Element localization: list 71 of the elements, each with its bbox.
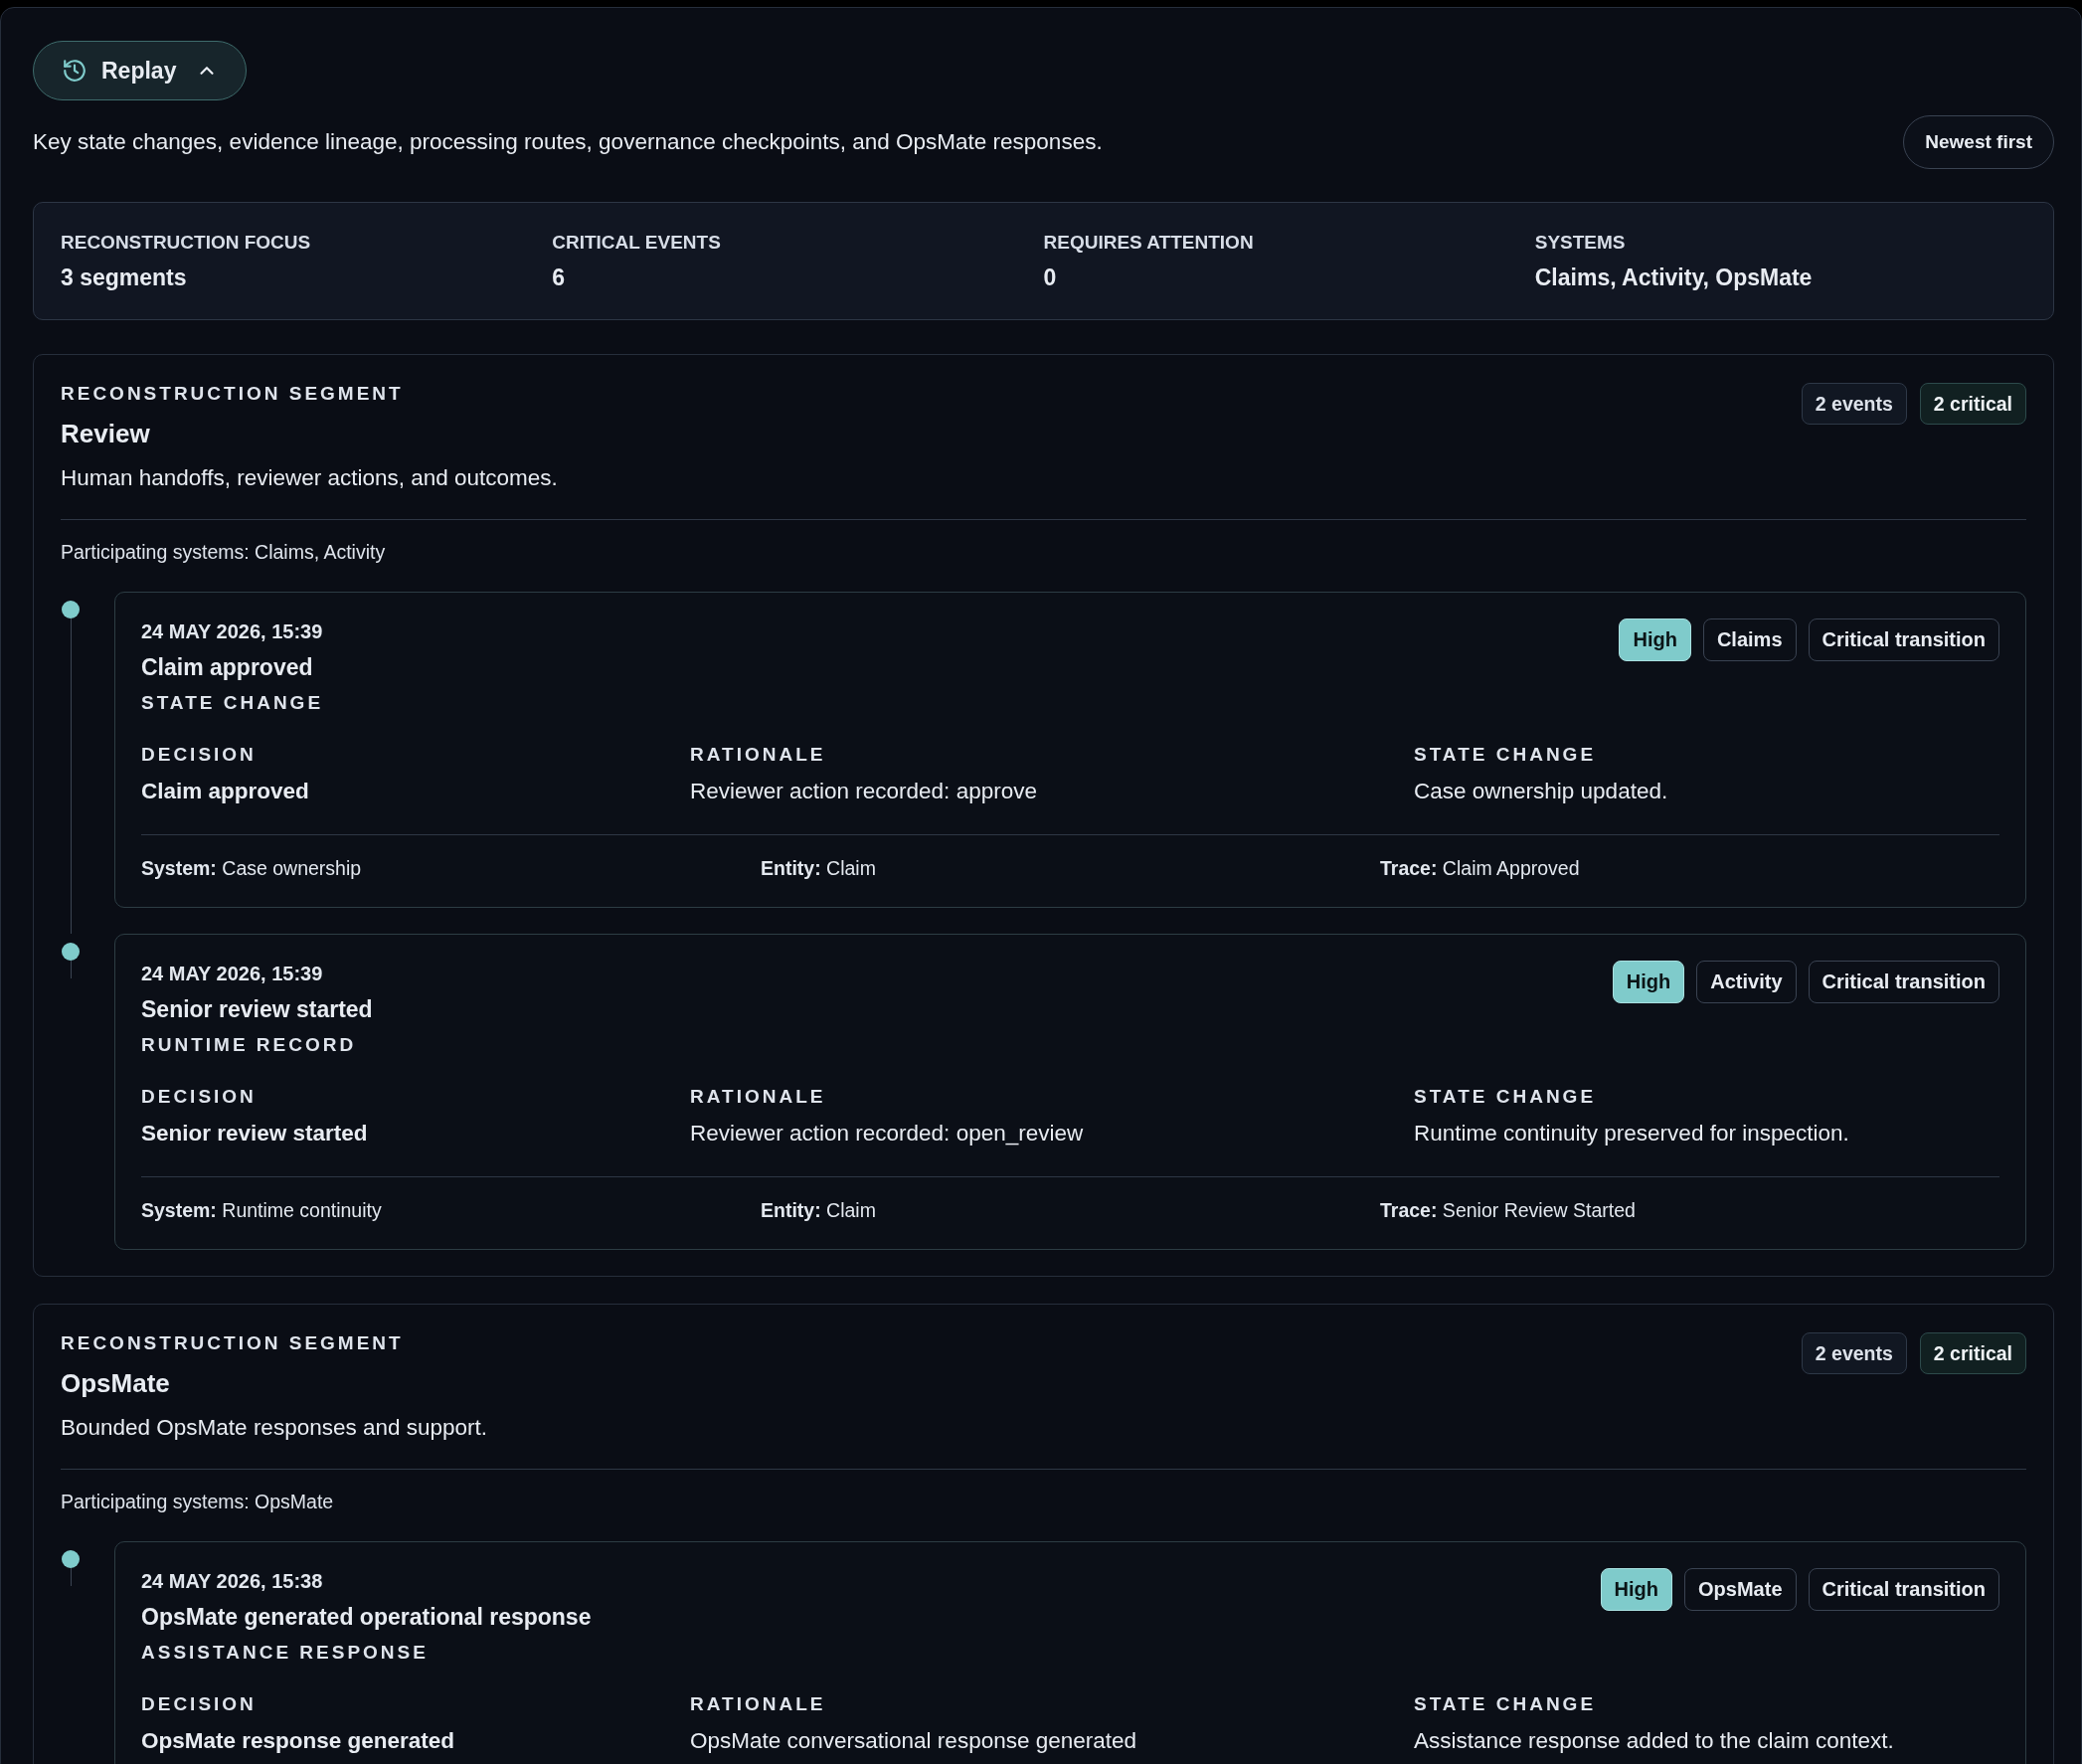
timeline-dot bbox=[62, 943, 80, 961]
segment-title: Review bbox=[61, 418, 151, 449]
summary-value: 6 bbox=[552, 264, 567, 291]
timeline-line bbox=[70, 961, 72, 978]
field-label: STATE CHANGE bbox=[1414, 1692, 1598, 1716]
event-tag: High bbox=[1619, 618, 1691, 661]
field-label: DECISION bbox=[141, 743, 258, 767]
history-icon bbox=[62, 58, 87, 84]
field-value: Reviewer action recorded: approve bbox=[690, 778, 1038, 805]
timeline-line bbox=[70, 1568, 72, 1586]
meta-text: Entity: Claim bbox=[761, 856, 877, 880]
event-type: ASSISTANCE RESPONSE bbox=[141, 1641, 430, 1665]
event-tag: Critical transition bbox=[1808, 618, 1999, 661]
event-tag: Activity bbox=[1696, 961, 1797, 1003]
field-value: Assistance response added to the claim context. bbox=[1414, 1727, 1895, 1755]
meta-text: Trace: Claim Approved bbox=[1380, 856, 1581, 880]
field-label: STATE CHANGE bbox=[1414, 743, 1598, 767]
field-label: RATIONALE bbox=[690, 1692, 827, 1716]
event-timestamp: 24 MAY 2026, 15:38 bbox=[141, 1569, 324, 1594]
segment-description: Bounded OpsMate responses and support. bbox=[61, 1414, 488, 1442]
field-label: DECISION bbox=[141, 1085, 258, 1109]
field-value: Senior review started bbox=[141, 1120, 369, 1147]
timeline-dot bbox=[62, 601, 80, 618]
timeline-dot bbox=[62, 1550, 80, 1568]
event-tag: High bbox=[1600, 1568, 1673, 1611]
summary-value: Claims, Activity, OpsMate bbox=[1534, 264, 1814, 291]
sort-button[interactable]: Newest first bbox=[1903, 115, 2054, 169]
participating-systems: Participating systems: OpsMate bbox=[61, 1490, 335, 1513]
segment-eyebrow: RECONSTRUCTION SEGMENT bbox=[61, 382, 405, 406]
field-label: DECISION bbox=[141, 1692, 258, 1716]
field-value: OpsMate response generated bbox=[141, 1727, 456, 1755]
replay-button[interactable]: Replay bbox=[33, 41, 248, 100]
summary-label: SYSTEMS bbox=[1534, 231, 1627, 255]
segment-title: OpsMate bbox=[61, 1367, 171, 1399]
field-value: Case ownership updated. bbox=[1414, 778, 1669, 805]
count-badge: 2 events bbox=[1801, 383, 1907, 425]
field-label: RATIONALE bbox=[690, 1085, 827, 1109]
summary-value: 0 bbox=[1043, 264, 1058, 291]
segment-eyebrow: RECONSTRUCTION SEGMENT bbox=[61, 1331, 405, 1355]
meta-text: System: Runtime continuity bbox=[141, 1198, 383, 1222]
field-label: STATE CHANGE bbox=[1414, 1085, 1598, 1109]
meta-text: Entity: Claim bbox=[761, 1198, 877, 1222]
summary-value: 3 segments bbox=[61, 264, 188, 291]
event-type: STATE CHANGE bbox=[141, 691, 324, 715]
participating-systems: Participating systems: Claims, Activity bbox=[61, 540, 387, 564]
field-value: Runtime continuity preserved for inspection. bbox=[1414, 1120, 1850, 1147]
event-title: Senior review started bbox=[141, 995, 373, 1024]
count-badge: 2 events bbox=[1801, 1332, 1907, 1374]
count-badge: 2 critical bbox=[1919, 383, 2026, 425]
count-badge: 2 critical bbox=[1919, 1332, 2026, 1374]
event-tag: High bbox=[1612, 961, 1685, 1003]
summary-label: CRITICAL EVENTS bbox=[552, 231, 722, 255]
field-label: RATIONALE bbox=[690, 743, 827, 767]
event-tag: Claims bbox=[1702, 618, 1797, 661]
field-value: Claim approved bbox=[141, 778, 310, 805]
event-timestamp: 24 MAY 2026, 15:39 bbox=[141, 619, 324, 644]
field-value: Reviewer action recorded: open_review bbox=[690, 1120, 1085, 1147]
event-timestamp: 24 MAY 2026, 15:39 bbox=[141, 962, 324, 986]
event-tag: Critical transition bbox=[1808, 961, 1999, 1003]
summary-label: RECONSTRUCTION FOCUS bbox=[61, 231, 312, 255]
segment-description: Human handoffs, reviewer actions, and outcomes. bbox=[61, 464, 558, 492]
event-tag: Critical transition bbox=[1808, 1568, 1999, 1611]
meta-text: Trace: Senior Review Started bbox=[1380, 1198, 1637, 1222]
event-title: OpsMate generated operational response bbox=[141, 1603, 592, 1632]
event-tag: OpsMate bbox=[1684, 1568, 1797, 1611]
event-type: RUNTIME RECORD bbox=[141, 1033, 358, 1057]
meta-text: System: Case ownership bbox=[141, 856, 363, 880]
summary-label: REQUIRES ATTENTION bbox=[1043, 231, 1255, 255]
event-title: Claim approved bbox=[141, 653, 314, 682]
field-value: OpsMate conversational response generated bbox=[690, 1727, 1138, 1755]
description-text: Key state changes, evidence lineage, processing routes, governance checkpoints, and OpsMate responses. bbox=[33, 129, 1103, 155]
